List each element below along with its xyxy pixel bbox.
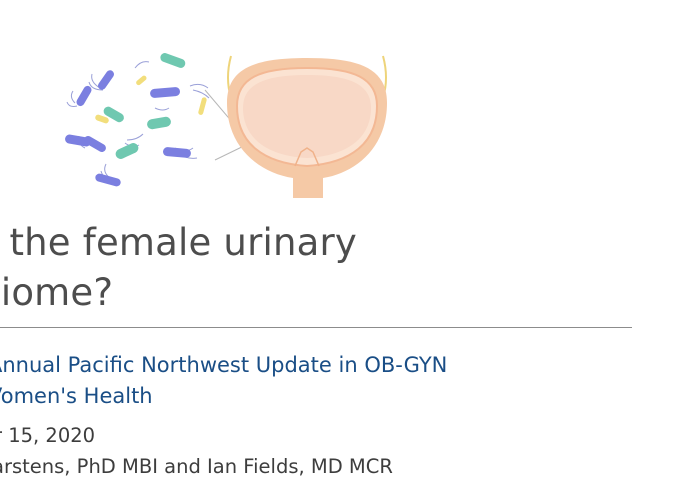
bacteria-icon bbox=[65, 53, 210, 187]
slide-title-line-1: s the female urinary bbox=[0, 221, 358, 264]
divider-rule bbox=[0, 327, 632, 328]
event-name: Annual Pacific Northwest Update in OB-GY… bbox=[0, 350, 447, 412]
event-date: er 15, 2020 bbox=[0, 424, 96, 447]
bacteria-bladder-illustration bbox=[65, 53, 387, 198]
event-name-line-1: Annual Pacific Northwest Update in OB-GY… bbox=[0, 353, 448, 377]
event-name-line-2: Vomen's Health bbox=[0, 384, 153, 408]
bladder-icon bbox=[227, 55, 387, 198]
slide-title: s the female urinary oiome? bbox=[0, 218, 638, 318]
slide-title-line-2: oiome? bbox=[0, 271, 114, 314]
authors-line: arstens, PhD MBI and Ian Fields, MD MCR bbox=[0, 455, 393, 478]
